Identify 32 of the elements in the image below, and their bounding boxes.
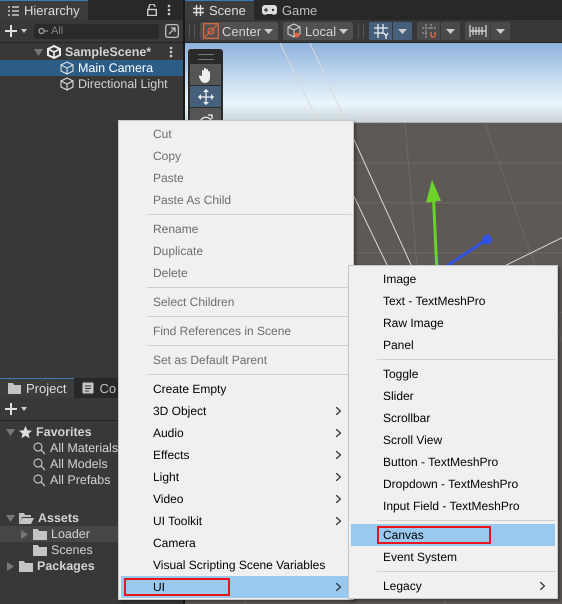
search-field[interactable]: All: [34, 24, 159, 38]
hierarchy-tab[interactable]: Hierarchy: [0, 0, 88, 20]
menu-item[interactable]: Slider: [351, 385, 555, 407]
menu-item[interactable]: Raw Image: [351, 312, 555, 334]
menu-item[interactable]: Panel: [351, 334, 555, 356]
menu-item[interactable]: Scroll View: [351, 429, 555, 451]
menu-item[interactable]: Image: [351, 268, 555, 290]
menu-item[interactable]: Canvas: [351, 524, 555, 546]
menu-item[interactable]: Effects: [121, 444, 351, 466]
menu-item[interactable]: Video: [121, 488, 351, 510]
dropdown-button[interactable]: Center: [200, 22, 278, 40]
hierarchy-item[interactable]: Main Camera: [0, 60, 183, 76]
hierarchy-item[interactable]: Directional Light: [0, 76, 183, 92]
project-tab[interactable]: Project: [0, 378, 74, 398]
view-tab[interactable]: Game: [254, 0, 326, 20]
menu-item[interactable]: Light: [121, 466, 351, 488]
menu-item[interactable]: UI: [121, 576, 351, 598]
dropdown-button[interactable]: Local: [283, 22, 354, 40]
scene-row[interactable]: SampleScene*: [0, 44, 183, 60]
menu-item[interactable]: Visual Scripting Scene Variables: [121, 554, 351, 576]
menu-item[interactable]: Toggle: [351, 363, 555, 385]
menu-item[interactable]: Audio: [121, 422, 351, 444]
menu-item[interactable]: Button - TextMeshPro: [351, 451, 555, 473]
menu-item[interactable]: Input Field - TextMeshPro: [351, 495, 555, 517]
view-tab[interactable]: Scene: [185, 0, 254, 20]
menu-item[interactable]: Legacy: [351, 575, 555, 597]
menu-item[interactable]: Text - TextMeshPro: [351, 290, 555, 312]
menu-item[interactable]: Dropdown - TextMeshPro: [351, 473, 555, 495]
menu-item[interactable]: Event System: [351, 546, 555, 568]
menu-item[interactable]: 3D Object: [121, 400, 351, 422]
menu-item[interactable]: Scrollbar: [351, 407, 555, 429]
hierarchy-title: Hierarchy: [24, 3, 80, 18]
